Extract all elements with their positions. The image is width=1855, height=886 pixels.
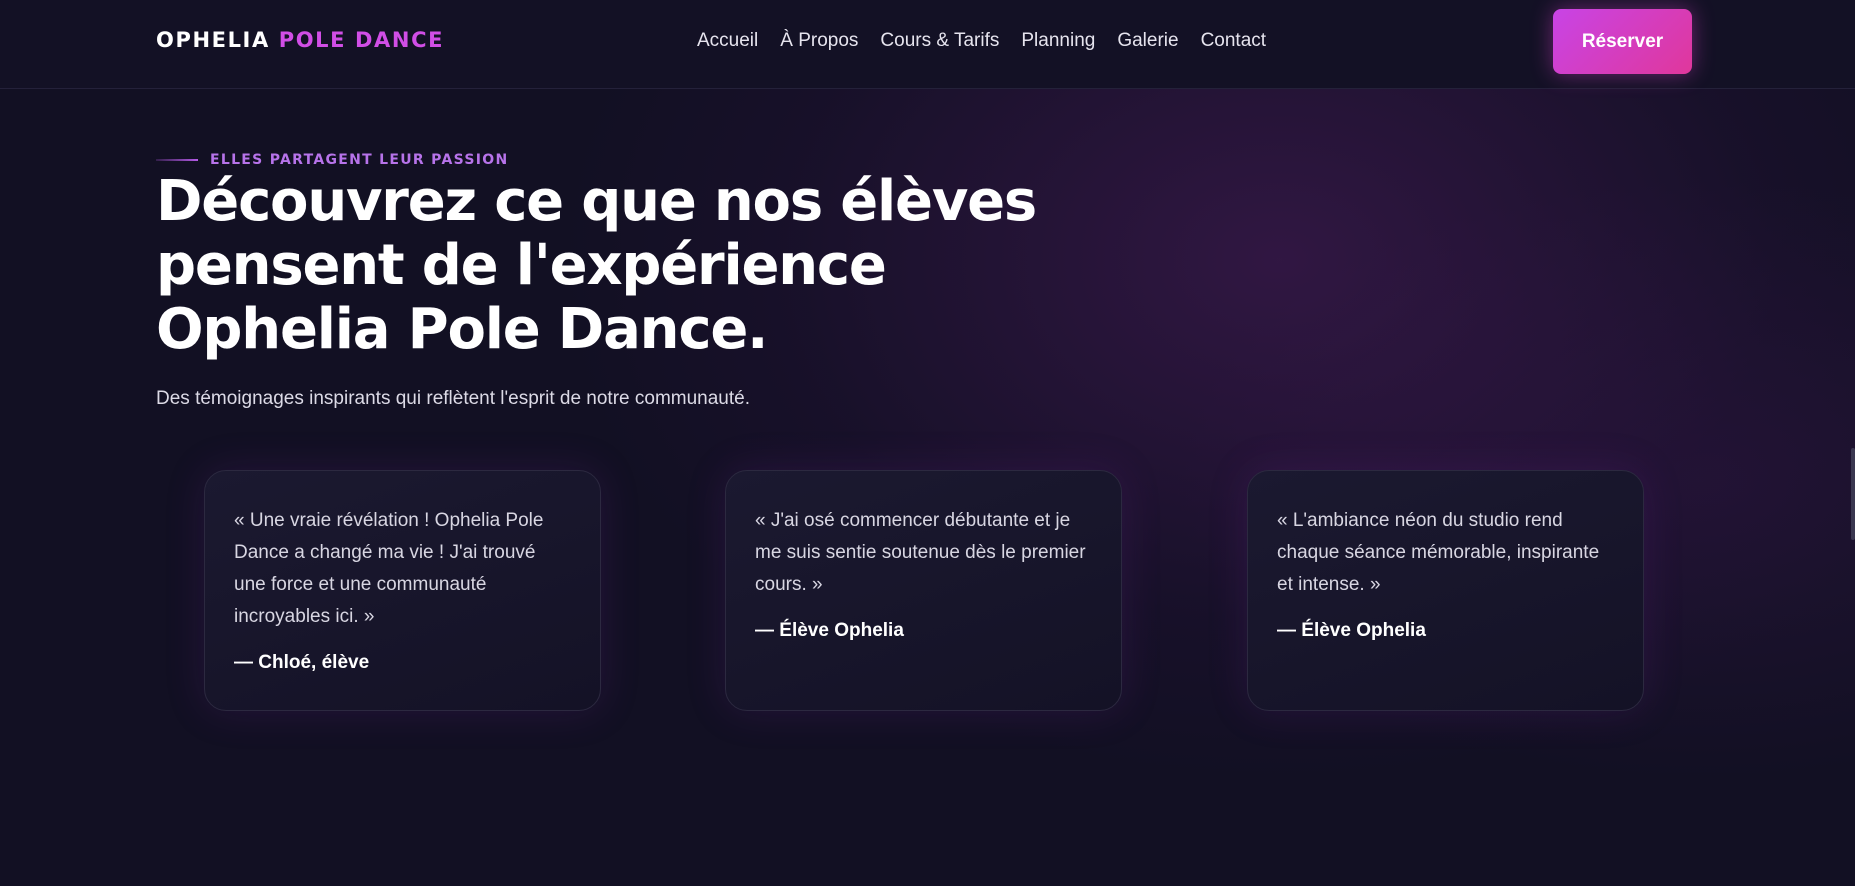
background-glow [0, 0, 1855, 886]
testimonial-quote: « L'ambiance néon du studio rend chaque … [1277, 510, 1600, 595]
site-header: OPHELIA POLE DANCE Accueil À Propos Cour… [0, 0, 1855, 89]
testimonial-quote: « Une vraie révélation ! Ophelia Pole Da… [234, 510, 544, 627]
testimonial-card: « Une vraie révélation ! Ophelia Pole Da… [204, 470, 601, 711]
eyebrow-line [156, 159, 198, 161]
eyebrow-text: ELLES PARTAGENT LEUR PASSION [210, 152, 509, 168]
nav-link-planning[interactable]: Planning [1021, 30, 1095, 52]
section-subtitle: Des témoignages inspirants qui reflètent… [156, 388, 751, 409]
nav-link-a-propos[interactable]: À Propos [780, 30, 858, 52]
nav-link-galerie[interactable]: Galerie [1117, 30, 1178, 52]
nav-link-cours-tarifs[interactable]: Cours & Tarifs [880, 30, 999, 52]
testimonial-quote: « J'ai osé commencer débutante et je me … [755, 510, 1086, 595]
logo-text-accent: POLE DANCE [278, 28, 445, 52]
nav-link-accueil[interactable]: Accueil [697, 30, 758, 52]
logo-text-primary: OPHELIA [156, 28, 270, 52]
testimonial-author: — Chloé, élève [234, 652, 370, 673]
testimonial-card: « J'ai osé commencer débutante et je me … [725, 470, 1122, 711]
section-eyebrow: ELLES PARTAGENT LEUR PASSION [156, 152, 508, 168]
testimonial-card: « L'ambiance néon du studio rend chaque … [1247, 470, 1644, 711]
testimonial-author: — Élève Ophelia [1277, 620, 1426, 641]
reserve-button[interactable]: Réserver [1553, 9, 1692, 74]
main-nav: Accueil À Propos Cours & Tarifs Planning… [697, 30, 1288, 52]
scrollbar-thumb[interactable] [1851, 448, 1855, 540]
testimonial-author: — Élève Ophelia [755, 620, 904, 641]
nav-link-contact[interactable]: Contact [1201, 30, 1266, 52]
site-logo[interactable]: OPHELIA POLE DANCE [156, 28, 444, 52]
section-title: Découvrez ce que nos élèves pensent de l… [156, 169, 1037, 362]
